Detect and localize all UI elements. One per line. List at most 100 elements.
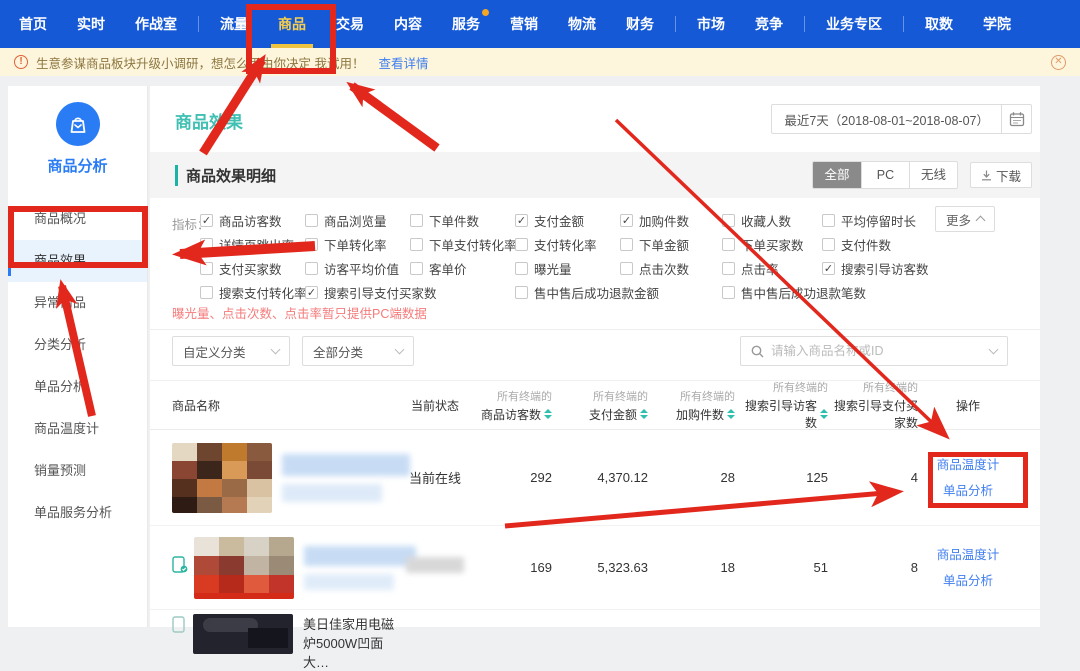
col-header-search-visitors[interactable]: 所有终端的 搜索引导访客数: [735, 379, 828, 431]
col-header-visitors[interactable]: 所有终端的 商品访客数: [465, 388, 552, 423]
metric-checkbox[interactable]: 收藏人数: [722, 211, 791, 230]
sidebar-item-product-effect[interactable]: 商品效果: [8, 240, 147, 282]
nav-item-data[interactable]: 取数: [910, 0, 968, 48]
download-button[interactable]: 下载: [970, 162, 1032, 188]
metric-checkbox[interactable]: 搜索引导访客数: [822, 259, 929, 278]
metric-checkbox[interactable]: 售中售后成功退款笔数: [722, 283, 866, 302]
nav-item-service[interactable]: 服务: [437, 0, 495, 48]
custom-category-select[interactable]: 自定义分类: [172, 336, 290, 366]
metric-checkbox[interactable]: 搜索支付转化率: [200, 283, 307, 302]
close-icon[interactable]: ✕: [1051, 55, 1066, 70]
sidebar-title: 商品分析: [8, 155, 147, 176]
nav-divider: [198, 16, 199, 32]
more-button[interactable]: 更多: [935, 206, 995, 232]
single-analysis-link[interactable]: 单品分析: [918, 478, 1018, 504]
metric-checkbox[interactable]: 搜索引导支付买家数: [305, 283, 437, 302]
nav-item-academy[interactable]: 学院: [968, 0, 1026, 48]
metric-checkbox[interactable]: 曝光量: [515, 259, 572, 278]
sidebar-item-category-analysis[interactable]: 分类分析: [8, 324, 147, 366]
nav-item-market[interactable]: 市场: [682, 0, 740, 48]
metric-label: 详情页跳出率: [219, 235, 294, 254]
col-group-label: 所有终端的: [552, 388, 648, 404]
sort-icon[interactable]: [544, 409, 552, 419]
nav-item-traffic[interactable]: 流量: [205, 0, 263, 48]
metric-checkbox[interactable]: 点击次数: [620, 259, 689, 278]
checkbox-icon: [822, 262, 835, 275]
product-name[interactable]: 美日佳家用电磁炉5000W凹面大…: [303, 614, 405, 671]
metric-checkbox[interactable]: 商品浏览量: [305, 211, 387, 230]
page: { "nav": { "items": [ {"label":"首页","act…: [0, 0, 1080, 627]
nav-item-realtime[interactable]: 实时: [62, 0, 120, 48]
col-header-cart[interactable]: 所有终端的 加购件数: [648, 388, 735, 423]
metric-label: 支付件数: [841, 235, 891, 254]
checkbox-icon: [200, 262, 213, 275]
calendar-icon[interactable]: [1001, 105, 1031, 133]
nav-item-finance[interactable]: 财务: [611, 0, 669, 48]
metric-label: 搜索引导支付买家数: [324, 283, 437, 302]
sidebar-item-product-thermometer[interactable]: 商品温度计: [8, 408, 147, 450]
thermometer-link[interactable]: 商品温度计: [918, 452, 1018, 478]
col-header-payment[interactable]: 所有终端的 支付金额: [552, 388, 648, 423]
payment-cell: 5,323.63: [552, 560, 648, 575]
metric-checkbox[interactable]: 下单支付转化率: [410, 235, 517, 254]
nav-item-bizzone[interactable]: 业务专区: [811, 0, 897, 48]
all-category-select[interactable]: 全部分类: [302, 336, 414, 366]
metric-checkbox[interactable]: 支付转化率: [515, 235, 597, 254]
product-cell[interactable]: 美日佳家用电磁炉5000W凹面大…: [172, 614, 405, 671]
metric-checkbox[interactable]: 支付买家数: [200, 259, 282, 278]
metric-checkbox[interactable]: 支付金额: [515, 211, 584, 230]
sidebar-item-single-product-service[interactable]: 单品服务分析: [8, 492, 147, 534]
metric-checkbox[interactable]: 加购件数: [620, 211, 689, 230]
metric-checkbox[interactable]: 详情页跳出率: [200, 235, 294, 254]
search-input[interactable]: [771, 344, 990, 358]
notice-detail-link[interactable]: 查看详情: [378, 53, 428, 72]
nav-item-trade[interactable]: 交易: [321, 0, 379, 48]
sidebar-item-abnormal-product[interactable]: 异常商品: [8, 282, 147, 324]
device-check-icon: [172, 556, 188, 579]
metric-checkbox[interactable]: 售中售后成功退款金额: [515, 283, 659, 302]
checkbox-icon: [822, 238, 835, 251]
thermometer-link[interactable]: 商品温度计: [918, 542, 1018, 568]
tab-pc[interactable]: PC: [861, 162, 909, 188]
tab-all[interactable]: 全部: [813, 162, 861, 188]
sort-icon[interactable]: [727, 409, 735, 419]
nav-item-warroom[interactable]: 作战室: [120, 0, 192, 48]
metric-checkbox[interactable]: 平均停留时长: [822, 211, 916, 230]
metric-checkbox[interactable]: 访客平均价值: [305, 259, 399, 278]
sidebar-item-single-product-analysis[interactable]: 单品分析: [8, 366, 147, 408]
nav-item-compete[interactable]: 竞争: [740, 0, 798, 48]
metric-checkbox[interactable]: 支付件数: [822, 235, 891, 254]
status-blurred: [406, 557, 464, 573]
nav-item-marketing[interactable]: 营销: [495, 0, 553, 48]
visitors-cell: 292: [465, 470, 552, 485]
visitors-cell: 169: [465, 560, 552, 575]
metric-checkbox[interactable]: 下单件数: [410, 211, 479, 230]
nav-item-logistics[interactable]: 物流: [553, 0, 611, 48]
nav-item-product[interactable]: 商品: [263, 0, 321, 48]
chevron-down-icon: [271, 345, 281, 355]
metric-label: 下单转化率: [324, 235, 387, 254]
sort-icon[interactable]: [640, 409, 648, 419]
metric-checkbox[interactable]: 下单买家数: [722, 235, 804, 254]
metric-label: 商品访客数: [219, 211, 282, 230]
col-header-search-buyers[interactable]: 所有终端的 搜索引导支付买家数: [828, 379, 918, 431]
product-cell[interactable]: [172, 537, 405, 599]
sidebar-item-product-overview[interactable]: 商品概况: [8, 198, 147, 240]
metric-checkbox[interactable]: 下单金额: [620, 235, 689, 254]
nav-item-home[interactable]: 首页: [4, 0, 62, 48]
metric-checkbox[interactable]: 商品访客数: [200, 211, 282, 230]
metric-checkbox[interactable]: 下单转化率: [305, 235, 387, 254]
date-range-picker[interactable]: 最近7天（2018-08-01~2018-08-07）: [771, 104, 1032, 134]
metric-checkbox[interactable]: 客单价: [410, 259, 467, 278]
nav-item-content[interactable]: 内容: [379, 0, 437, 48]
product-cell[interactable]: [172, 443, 405, 513]
checkbox-icon: [410, 262, 423, 275]
filter-row: 自定义分类 全部分类: [150, 336, 1040, 368]
status-cell: [405, 557, 465, 578]
sort-icon[interactable]: [820, 409, 828, 419]
sidebar-item-sales-forecast[interactable]: 销量预测: [8, 450, 147, 492]
metric-checkbox[interactable]: 点击率: [722, 259, 779, 278]
tab-wireless[interactable]: 无线: [909, 162, 957, 188]
metric-label: 平均停留时长: [841, 211, 916, 230]
single-analysis-link[interactable]: 单品分析: [918, 568, 1018, 594]
